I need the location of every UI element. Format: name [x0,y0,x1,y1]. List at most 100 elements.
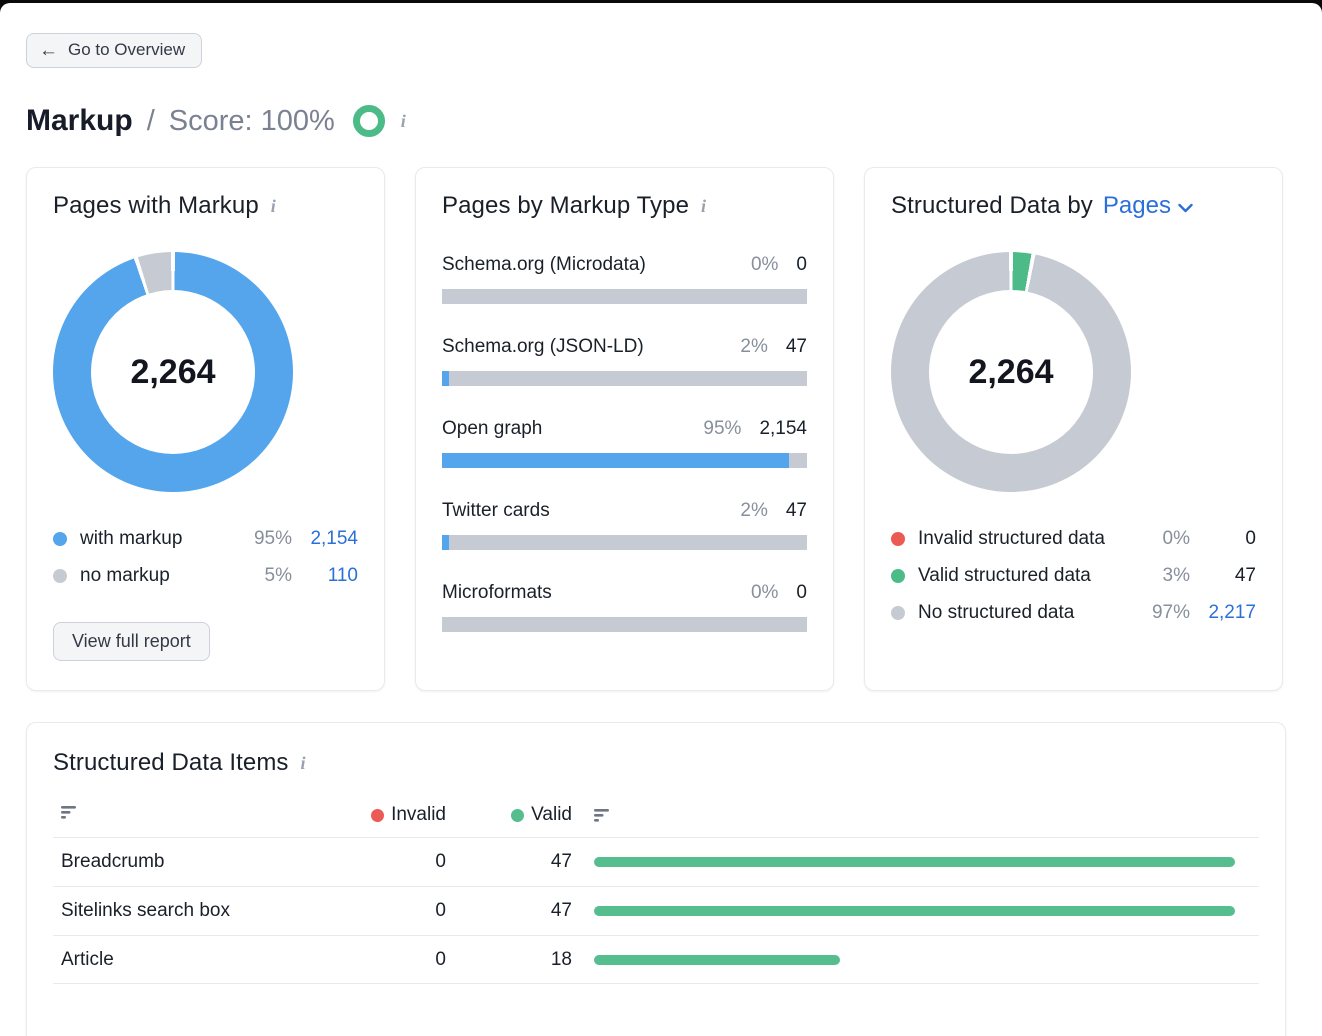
structured-data-donut: 2,264 [891,252,1131,492]
no-structured-data-value-link[interactable]: 2,217 [1190,602,1256,624]
row-value-link[interactable]: 47 [786,336,807,358]
row-label: Microformats [442,582,751,604]
left-arrow-icon: ← [39,41,58,60]
donut-hole: 2,264 [91,290,255,454]
no-markup-value-link[interactable]: 110 [292,565,358,587]
pages-with-markup-donut: 2,264 [53,252,293,492]
pages-with-markup-info-icon[interactable]: i [269,196,278,217]
progress-track [442,617,807,632]
view-full-report-button[interactable]: View full report [53,622,210,661]
page-title: Markup [26,104,133,138]
pages-with-markup-card: Pages with Markup i 2,264 with markup 95… [26,167,385,691]
structured-data-by-title: Structured Data by [891,192,1093,220]
invalid-count: 0 [381,900,446,922]
legend-label: No structured data [918,602,1132,624]
item-label: Breadcrumb [61,851,381,873]
structured-data-items-info-icon[interactable]: i [299,753,308,774]
legend-item-no-structured-data: No structured data 97% 2,217 [891,594,1256,631]
structured-data-by-card: Structured Data by Pages 2,264 Invalid s… [864,167,1283,691]
valid-value: 47 [1190,565,1256,587]
table-header: Invalid Valid [53,793,1259,837]
item-label: Sitelinks search box [61,900,381,922]
go-to-overview-label: Go to Overview [68,40,185,60]
legend-item-with-markup: with markup 95% 2,154 [53,520,358,557]
valid-count: 47 [446,851,572,873]
row-label: Open graph [442,418,703,440]
structured-data-items-card: Structured Data Items i Invalid Valid [26,722,1286,1036]
row-percent: 95% [703,418,741,440]
progress-track [442,289,807,304]
blue-dot-icon [53,532,67,546]
markup-type-row-microdata: Schema.org (Microdata) 0% 0 [442,254,807,304]
page-header: Markup / Score: 100% i [26,104,1286,138]
valid-count: 18 [446,949,572,971]
pages-with-markup-total: 2,264 [130,353,215,392]
progress-track [442,453,807,468]
pages-by-markup-type-card: Pages by Markup Type i Schema.org (Micro… [415,167,834,691]
legend-label: Valid structured data [918,565,1132,587]
row-value: 0 [796,582,807,604]
sort-by-name-icon[interactable] [61,805,79,820]
row-percent: 2% [740,500,767,522]
table-row-breadcrumb[interactable]: Breadcrumb 0 47 [53,837,1259,886]
valid-bar [594,906,1235,916]
invalid-value: 0 [1190,528,1256,550]
markup-type-row-open-graph: Open graph 95% 2,154 [442,418,807,468]
markup-report-page: ← Go to Overview Markup / Score: 100% i … [0,3,1322,1036]
with-markup-value-link[interactable]: 2,154 [292,528,358,550]
pages-with-markup-title: Pages with Markup [53,192,259,220]
markup-type-row-twitter-cards: Twitter cards 2% 47 [442,500,807,550]
legend-percent: 0% [1132,528,1190,550]
invalid-count: 0 [381,949,446,971]
row-percent: 2% [740,336,767,358]
pages-selector-dropdown[interactable]: Pages [1103,192,1193,220]
row-percent: 0% [751,254,778,276]
green-dot-icon [511,809,524,822]
score-info-icon[interactable]: i [399,111,408,132]
row-label: Twitter cards [442,500,740,522]
structured-data-total: 2,264 [968,353,1053,392]
pages-with-markup-legend: with markup 95% 2,154 no markup 5% 110 [53,520,358,594]
legend-percent: 5% [234,565,292,587]
pages-by-markup-type-info-icon[interactable]: i [699,196,708,217]
score-text: Score: 100% [169,105,335,138]
row-value: 0 [796,254,807,276]
item-label: Article [61,949,381,971]
progress-fill [442,453,789,468]
markup-type-row-microformats: Microformats 0% 0 [442,582,807,632]
go-to-overview-button[interactable]: ← Go to Overview [26,33,202,68]
structured-data-items-table: Invalid Valid Breadcrumb 0 47 [53,793,1259,984]
markup-type-row-jsonld: Schema.org (JSON-LD) 2% 47 [442,336,807,386]
chevron-down-icon [1178,203,1193,213]
progress-track [442,535,807,550]
gray-dot-icon [891,606,905,620]
legend-item-invalid: Invalid structured data 0% 0 [891,520,1256,557]
valid-count: 47 [446,900,572,922]
sort-by-value-icon[interactable] [594,808,612,823]
progress-track [442,371,807,386]
structured-data-legend: Invalid structured data 0% 0 Valid struc… [891,520,1256,631]
valid-header-label: Valid [531,804,572,826]
red-dot-icon [891,532,905,546]
progress-fill [442,371,449,386]
markup-type-rows: Schema.org (Microdata) 0% 0 Schema.org (… [442,254,807,632]
legend-item-no-markup: no markup 5% 110 [53,557,358,594]
progress-fill [442,535,449,550]
legend-percent: 97% [1132,602,1190,624]
invalid-header-label: Invalid [391,804,446,826]
row-value-link[interactable]: 47 [786,500,807,522]
valid-bar [594,955,840,965]
table-row-article[interactable]: Article 0 18 [53,935,1259,984]
legend-label: no markup [80,565,234,587]
red-dot-icon [371,809,384,822]
gray-dot-icon [53,569,67,583]
valid-bar [594,857,1235,867]
green-dot-icon [891,569,905,583]
selector-label: Pages [1103,192,1171,220]
legend-percent: 3% [1132,565,1190,587]
row-value-link[interactable]: 2,154 [759,418,807,440]
structured-data-items-title: Structured Data Items [53,749,289,777]
row-label: Schema.org (Microdata) [442,254,751,276]
invalid-count: 0 [381,851,446,873]
table-row-sitelinks-search-box[interactable]: Sitelinks search box 0 47 [53,886,1259,935]
